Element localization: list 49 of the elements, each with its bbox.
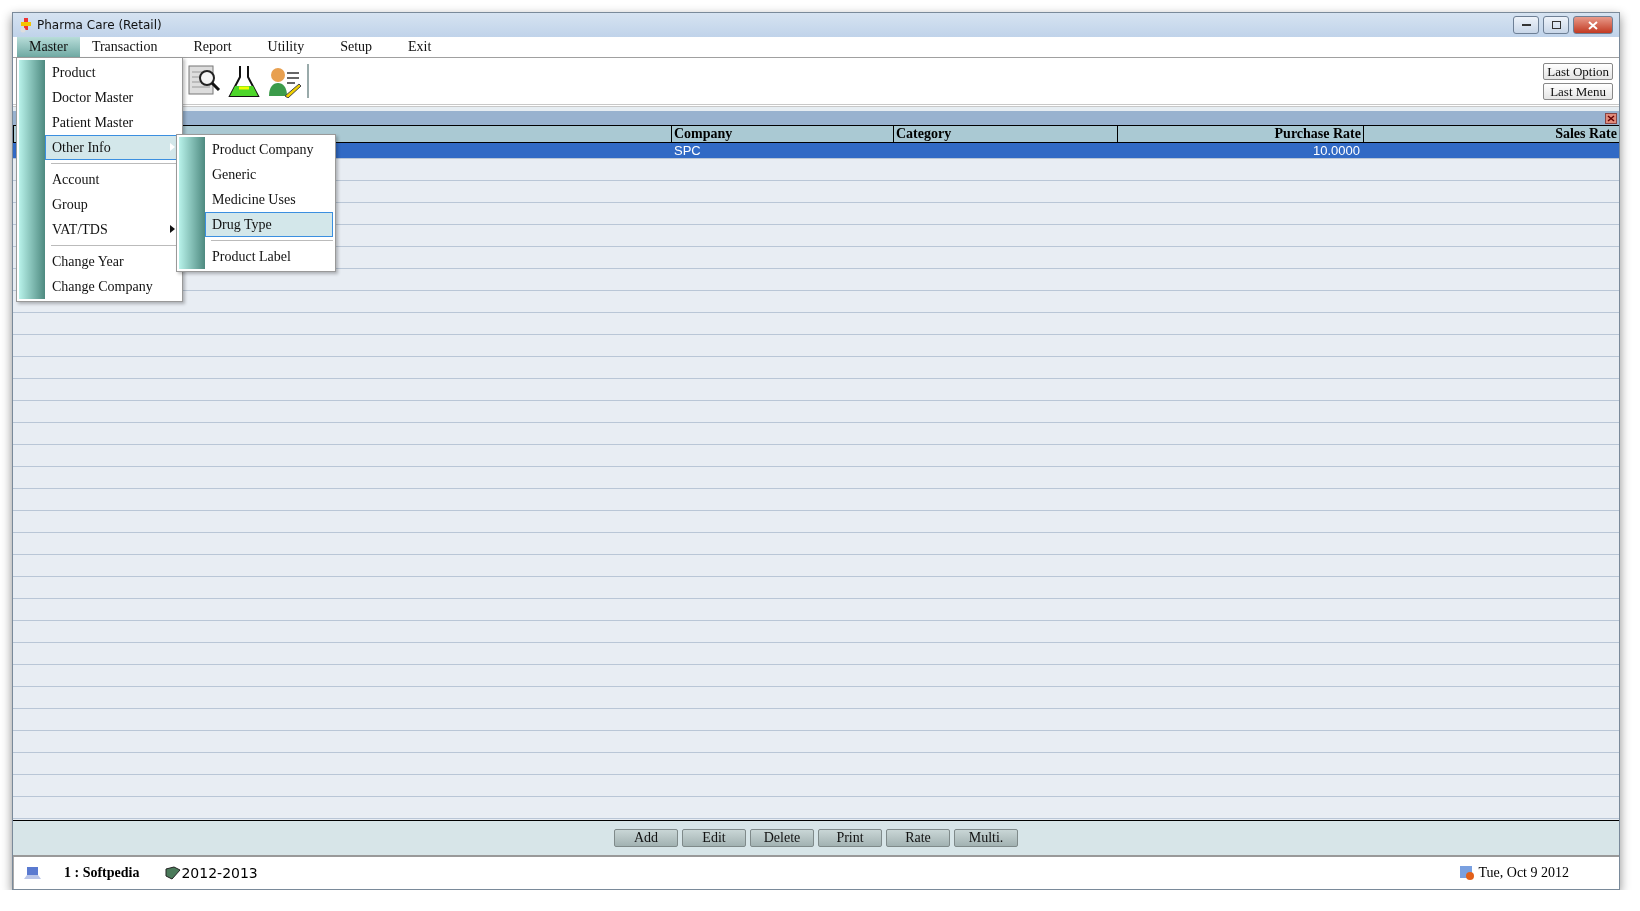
status-date: Tue, Oct 9 2012 <box>1478 865 1569 881</box>
column-header[interactable]: Purchase Rate <box>1117 126 1363 142</box>
toolbar-button[interactable]: Last Menu <box>1543 82 1613 100</box>
close-icon <box>1588 20 1598 30</box>
maximize-button[interactable] <box>1543 16 1569 34</box>
menu-item[interactable]: Patient Master <box>45 110 180 135</box>
action-button[interactable]: Multi. <box>954 829 1018 847</box>
menu-item[interactable]: Master <box>17 37 80 57</box>
menu-item[interactable]: Generic <box>205 162 333 187</box>
menu-item[interactable]: Exit <box>396 37 444 57</box>
minimize-icon <box>1521 23 1531 27</box>
app-logo-icon <box>19 17 33 33</box>
book-icon <box>165 866 182 880</box>
table-cell-text: 10.0000 <box>1312 143 1361 158</box>
close-icon[interactable] <box>1605 112 1617 124</box>
toolbar-button[interactable]: Last Option <box>1543 62 1613 80</box>
company-name: 1 : Softpedia <box>64 865 140 881</box>
action-button[interactable]: Add <box>614 829 678 847</box>
flask-icon[interactable] <box>227 64 261 98</box>
action-button[interactable]: Edit <box>682 829 746 847</box>
column-header[interactable]: Company <box>671 126 893 142</box>
action-button[interactable]: Rate <box>886 829 950 847</box>
minimize-button[interactable] <box>1513 16 1539 34</box>
document-search-icon[interactable] <box>187 64 221 98</box>
laptop-icon <box>24 866 42 880</box>
menu-item[interactable]: Change Company <box>45 274 180 299</box>
menu-item[interactable]: Change Year <box>45 249 180 274</box>
menu-item[interactable]: Group <box>45 192 180 217</box>
window-title: Pharma Care (Retail) <box>37 18 163 32</box>
menu-item[interactable]: Product <box>45 60 180 85</box>
close-button[interactable] <box>1573 16 1613 34</box>
menu-item[interactable]: Product Label <box>205 244 333 269</box>
action-button[interactable]: Delete <box>750 829 814 847</box>
table-cell-text: SPC <box>673 143 702 158</box>
maximize-icon <box>1551 21 1561 29</box>
menu-item[interactable]: Doctor Master <box>45 85 180 110</box>
menu-item[interactable]: Report <box>181 37 244 57</box>
calendar-clock-icon <box>1458 865 1475 881</box>
column-header[interactable]: Category <box>893 126 1117 142</box>
menu-item[interactable]: Account <box>45 167 180 192</box>
action-button[interactable]: Print <box>818 829 882 847</box>
menu-item[interactable]: Medicine Uses <box>205 187 333 212</box>
column-header[interactable]: Sales Rate <box>1363 126 1619 142</box>
menu-item[interactable]: Utility <box>255 37 317 57</box>
menu-item[interactable]: VAT/TDS <box>45 217 180 242</box>
menu-item[interactable]: Drug Type <box>205 212 333 237</box>
menu-item[interactable]: Transaction <box>79 37 170 57</box>
menu-item[interactable]: Setup <box>328 37 385 57</box>
financial-year: 2012-2013 <box>181 865 258 881</box>
